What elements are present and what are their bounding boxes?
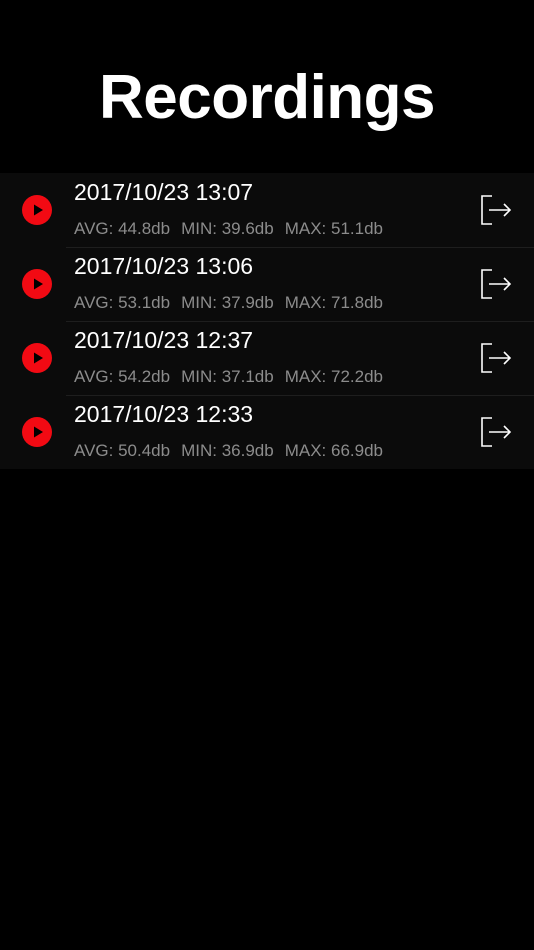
recording-row[interactable]: 2017/10/23 13:07 AVG: 44.8db MIN: 39.6db M… [0, 173, 534, 247]
export-icon [481, 195, 512, 225]
export-button[interactable] [478, 267, 514, 301]
export-icon [481, 343, 512, 373]
recording-avg: AVG: 54.2db [74, 367, 171, 386]
play-button[interactable] [22, 343, 52, 373]
play-icon [34, 278, 43, 290]
recording-date: 2017/10/23 13:07 [74, 179, 254, 205]
recording-date: 2017/10/23 13:06 [74, 253, 254, 279]
play-button[interactable] [22, 417, 52, 447]
page-title: Recordings [98, 63, 436, 132]
recording-avg: AVG: 44.8db [74, 219, 171, 238]
recording-min: MIN: 39.6db [181, 219, 274, 238]
recording-avg: AVG: 50.4db [74, 441, 171, 460]
recording-row[interactable]: 2017/10/23 12:37 AVG: 54.2db MIN: 37.1db M… [0, 321, 534, 395]
recording-stats: AVG: 54.2db MIN: 37.1db MAX: 72.2db [74, 366, 383, 388]
recording-row[interactable]: 2017/10/23 13:06 AVG: 53.1db MIN: 37.9db M… [0, 247, 534, 321]
recording-min: MIN: 37.1db [181, 367, 274, 386]
export-button[interactable] [478, 415, 514, 449]
recording-avg: AVG: 53.1db [74, 293, 171, 312]
play-icon [34, 352, 43, 364]
recording-row[interactable]: 2017/10/23 12:33 AVG: 50.4db MIN: 36.9db M… [0, 395, 534, 469]
recording-stats: AVG: 50.4db MIN: 36.9db MAX: 66.9db [74, 440, 383, 462]
export-icon [481, 269, 512, 299]
recording-date: 2017/10/23 12:33 [74, 401, 254, 427]
export-button[interactable] [478, 193, 514, 227]
recording-max: MAX: 71.8db [284, 293, 383, 312]
play-button[interactable] [22, 269, 52, 299]
recording-min: MIN: 37.9db [181, 293, 274, 312]
recordings-list: 2017/10/23 13:07 AVG: 44.8db MIN: 39.6db M… [0, 173, 534, 469]
play-icon [34, 204, 43, 216]
play-icon [34, 426, 43, 438]
play-button[interactable] [22, 195, 52, 225]
export-button[interactable] [478, 341, 514, 375]
export-icon [481, 417, 512, 447]
recording-date: 2017/10/23 12:37 [74, 327, 254, 353]
recording-stats: AVG: 53.1db MIN: 37.9db MAX: 71.8db [74, 292, 383, 314]
recording-max: MAX: 51.1db [284, 219, 383, 238]
recording-max: MAX: 72.2db [284, 367, 383, 386]
recording-min: MIN: 36.9db [181, 441, 274, 460]
recording-max: MAX: 66.9db [284, 441, 383, 460]
recording-stats: AVG: 44.8db MIN: 39.6db MAX: 51.1db [74, 218, 383, 240]
